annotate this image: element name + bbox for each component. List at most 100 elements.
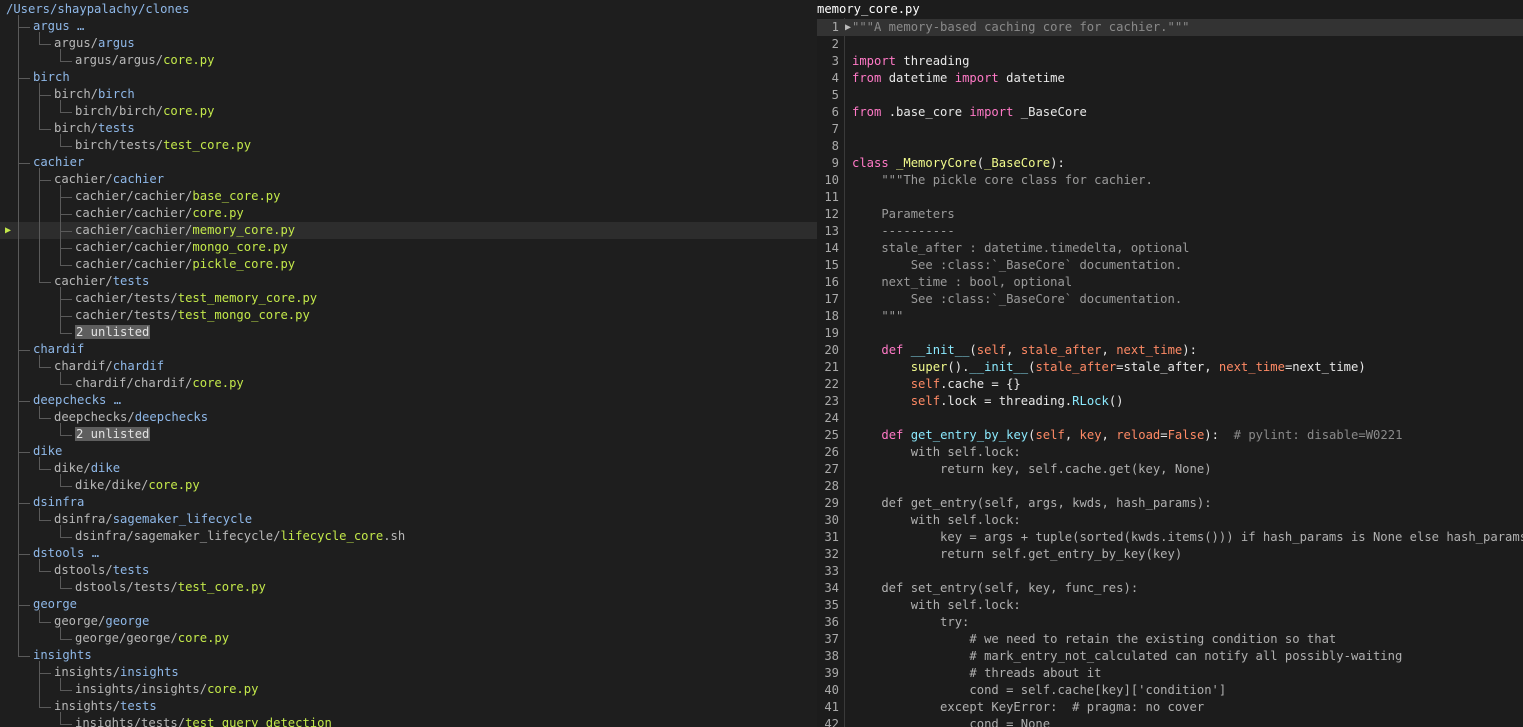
tree-file-item[interactable]: cachier/tests/test_memory_core.py [0,290,817,307]
tree-folder-item[interactable]: dike [0,443,817,460]
code-line[interactable]: 27 return key, self.cache.get(key, None) [817,461,1523,478]
code-line[interactable]: 29 def get_entry(self, args, kwds, hash_… [817,495,1523,512]
tree-file-item[interactable]: cachier/cachier/core.py [0,205,817,222]
tree-file-item[interactable]: chardif/chardif/core.py [0,375,817,392]
tree-root[interactable]: /Users/shaypalachy/clones [0,1,817,18]
tree-folder-item[interactable]: dstools/tests [0,562,817,579]
code-line[interactable]: 34 def set_entry(self, key, func_res): [817,580,1523,597]
tree-file-item[interactable]: george/george/core.py [0,630,817,647]
tree-folder-item[interactable]: argus … [0,18,817,35]
code-line[interactable]: 24 [817,410,1523,427]
tree-folder-item[interactable]: george [0,596,817,613]
code-line[interactable]: 26 with self.lock: [817,444,1523,461]
code-line[interactable]: 1 ▶ """A memory-based caching core for cac… [817,19,1523,36]
code-token: = [1160,428,1168,442]
tree-unlisted-item[interactable]: 2 unlisted [0,426,817,443]
code-line[interactable]: 30 with self.lock: [817,512,1523,529]
tree-file-item[interactable]: cachier/cachier/pickle_core.py [0,256,817,273]
code-line[interactable]: 23 self.lock = threading.RLock() [817,393,1523,410]
code-text: # we need to retain the existing conditi… [852,631,1336,648]
code-line[interactable]: 36 try: [817,614,1523,631]
code-line[interactable]: 42 cond = None [817,716,1523,727]
code-line[interactable]: 19 [817,325,1523,342]
code-line[interactable]: 12 Parameters [817,206,1523,223]
code-line[interactable]: 21 super().__init__(stale_after=stale_af… [817,359,1523,376]
code-line[interactable]: 22 self.cache = {} [817,376,1523,393]
tree-folder-item[interactable]: birch/tests [0,120,817,137]
code-line[interactable]: 25 def get_entry_by_key(self, key, reloa… [817,427,1523,444]
code-line[interactable]: 6 from .base_core import _BaseCore [817,104,1523,121]
tree-file-item[interactable]: dike/dike/core.py [0,477,817,494]
tree-file-item[interactable]: dsinfra/sagemaker_lifecycle/lifecycle_co… [0,528,817,545]
tree-folder-item[interactable]: argus/argus [0,35,817,52]
tree-folder-item[interactable]: insights/tests [0,698,817,715]
tree-file-item[interactable]: birch/birch/core.py [0,103,817,120]
code-line[interactable]: 4 from datetime import datetime [817,70,1523,87]
code-line[interactable]: 16 next_time : bool, optional [817,274,1523,291]
code-line[interactable]: 5 [817,87,1523,104]
tree-file-item[interactable]: argus/argus/core.py [0,52,817,69]
code-line[interactable]: 17 See :class:`_BaseCore` documentation. [817,291,1523,308]
tree-file-item[interactable]: cachier/tests/test_mongo_core.py [0,307,817,324]
tree-folder-item[interactable]: chardif [0,341,817,358]
tree-folder-item[interactable]: deepchecks … [0,392,817,409]
code-token: # we need to retain the existing conditi… [852,632,1337,646]
tree-folder-item[interactable]: dstools … [0,545,817,562]
code-line[interactable]: 39 # threads about it [817,665,1523,682]
tree-folder-item[interactable]: cachier [0,154,817,171]
tree-folder-item[interactable]: dsinfra [0,494,817,511]
code-line[interactable]: 14 stale_after : datetime.timedelta, opt… [817,240,1523,257]
code-line[interactable]: 2 [817,36,1523,53]
code-text: from datetime import datetime [852,70,1065,87]
tree-connector [39,707,51,708]
code-line[interactable]: 32 return self.get_entry_by_key(key) [817,546,1523,563]
tree-file-item[interactable]: ▶ cachier/cachier/memory_core.py [0,222,817,239]
code-line[interactable]: 8 [817,138,1523,155]
tree-folder-item[interactable]: dike/dike [0,460,817,477]
code-line[interactable]: 9 class _MemoryCore(_BaseCore): [817,155,1523,172]
tree-folder-item[interactable]: deepchecks/deepchecks [0,409,817,426]
tree-folder-item[interactable]: cachier/tests [0,273,817,290]
tree-folder-item[interactable]: george/george [0,613,817,630]
code-token: ( [976,156,985,170]
tree-file-item[interactable]: dstools/tests/test_core.py [0,579,817,596]
code-line[interactable]: 33 [817,563,1523,580]
tree-folder-item[interactable]: insights [0,647,817,664]
code-line[interactable]: 38 # mark_entry_not_calculated can notif… [817,648,1523,665]
tree-folder-item[interactable]: birch/birch [0,86,817,103]
code-line[interactable]: 3 import threading [817,53,1523,70]
tree-folder-item[interactable]: birch [0,69,817,86]
code-line[interactable]: 11 [817,189,1523,206]
code-text: def get_entry_by_key(self, key, reload=F… [852,427,1402,444]
tree-folder-item[interactable]: insights/insights [0,664,817,681]
tree-file-item[interactable]: cachier/cachier/mongo_core.py [0,239,817,256]
code-line[interactable]: 41 except KeyError: # pragma: no cover [817,699,1523,716]
code-line[interactable]: 31 key = args + tuple(sorted(kwds.items(… [817,529,1523,546]
code-editor-panel[interactable]: memory_core.py 1 ▶ """A memory-based cachi… [817,0,1523,727]
code-line[interactable]: 18 """ [817,308,1523,325]
tree-file-item[interactable]: insights/insights/core.py [0,681,817,698]
code-line[interactable]: 20 def __init__(self, stale_after, next_… [817,342,1523,359]
code-line[interactable]: 15 See :class:`_BaseCore` documentation. [817,257,1523,274]
tree-folder-item[interactable]: chardif/chardif [0,358,817,375]
code-line[interactable]: 13 ---------- [817,223,1523,240]
path-segment: insights [33,648,92,662]
code-line[interactable]: 7 [817,121,1523,138]
line-number: 14 [824,241,839,255]
fold-arrow-icon[interactable]: ▶ [845,19,851,36]
code-line[interactable]: 10 """The pickle core class for cachier. [817,172,1523,189]
tree-folder-item[interactable]: cachier/cachier [0,171,817,188]
tree-unlisted-item[interactable]: 2 unlisted [0,324,817,341]
code-line[interactable]: 28 [817,478,1523,495]
tree-connector [18,503,30,504]
code-line[interactable]: 37 # we need to retain the existing cond… [817,631,1523,648]
file-tree-panel[interactable]: /Users/shaypalachy/clones argus … argus/a… [0,0,817,727]
tree-file-item[interactable]: cachier/cachier/base_core.py [0,188,817,205]
tree-folder-item[interactable]: dsinfra/sagemaker_lifecycle [0,511,817,528]
tree-item-label: dike [33,443,62,460]
tree-file-item[interactable]: insights/tests/test_query_detection [0,715,817,727]
code-line[interactable]: 35 with self.lock: [817,597,1523,614]
tree-file-item[interactable]: birch/tests/test_core.py [0,137,817,154]
tree-guide-line [18,15,19,657]
code-line[interactable]: 40 cond = self.cache[key]['condition'] [817,682,1523,699]
